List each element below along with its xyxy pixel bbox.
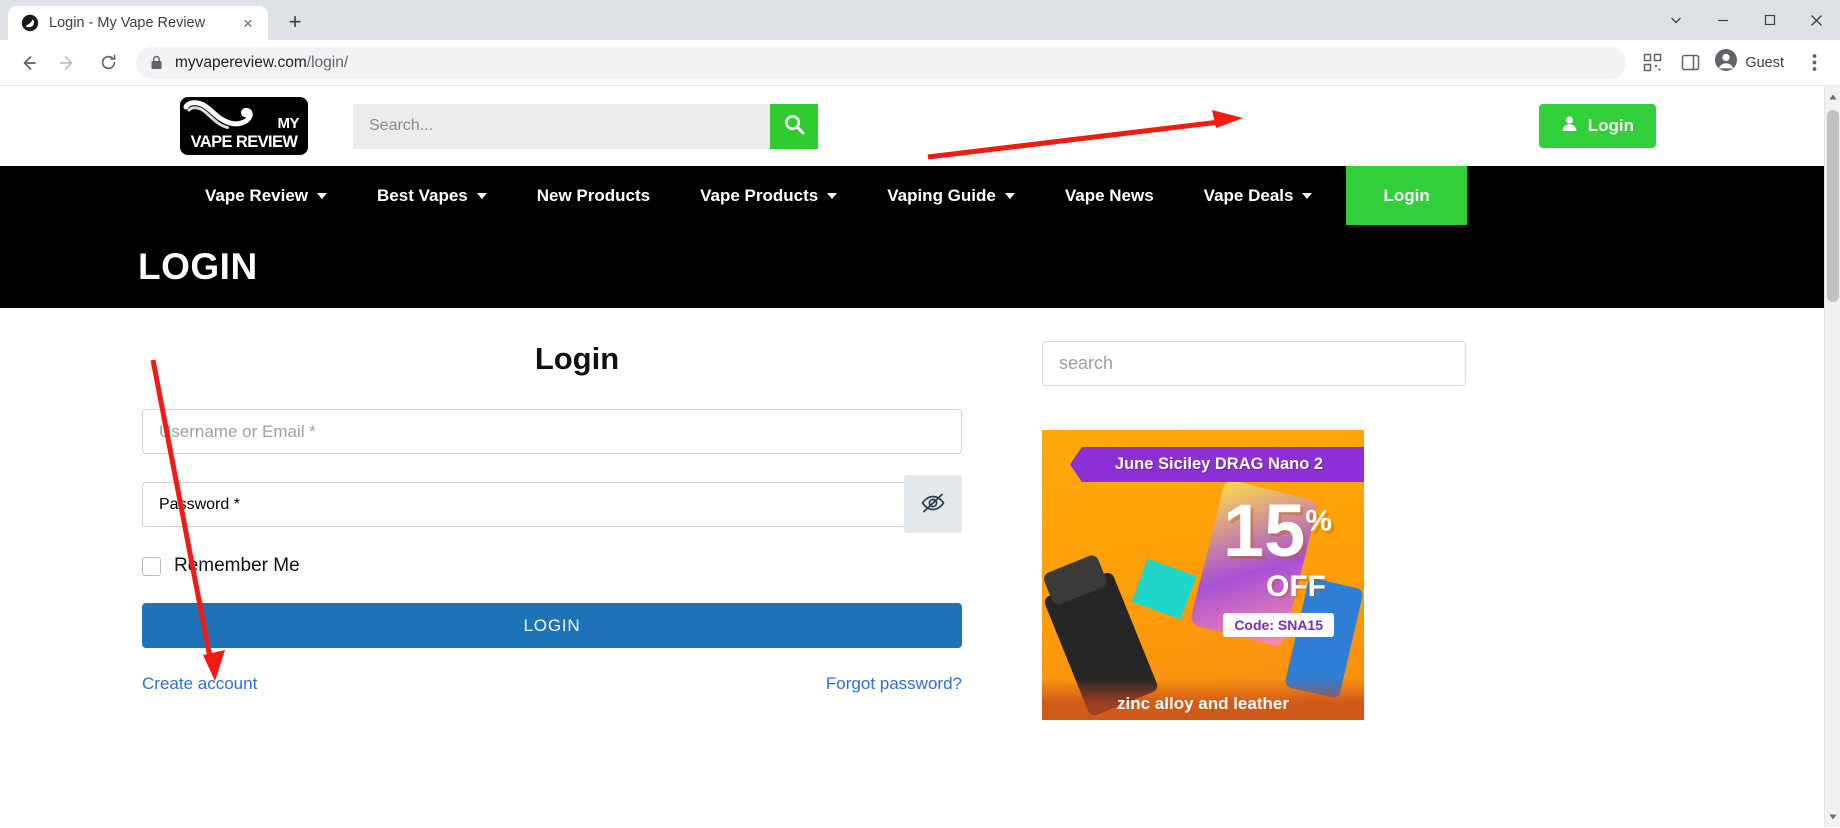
site-logo[interactable]: MY VAPE REVIEW xyxy=(180,97,308,155)
profile-name: Guest xyxy=(1745,54,1784,71)
user-icon xyxy=(1561,115,1578,137)
create-account-link[interactable]: Create account xyxy=(142,674,257,694)
nav-label: Vaping Guide xyxy=(887,185,996,205)
url-text: myvapereview.com/login/ xyxy=(175,54,348,72)
page-viewport: MY VAPE REVIEW Search... Login Vape Revi… xyxy=(0,86,1840,827)
sidebar-search-input[interactable]: search xyxy=(1042,341,1466,386)
ad-percent-number: 15 xyxy=(1223,489,1306,572)
nav-label: Vape News xyxy=(1064,185,1154,205)
header-login-button[interactable]: Login xyxy=(1538,104,1656,148)
main-navigation: Vape Review Best Vapes New Products Vape… xyxy=(0,166,1824,225)
login-submit-button[interactable]: LOGIN xyxy=(142,603,962,648)
lock-icon xyxy=(150,55,163,70)
tab-list-chevron-icon[interactable] xyxy=(1652,0,1699,40)
toolbar-right-actions: Guest xyxy=(1634,45,1832,81)
remember-me-label: Remember Me xyxy=(174,555,300,576)
website-page: MY VAPE REVIEW Search... Login Vape Revi… xyxy=(0,86,1824,720)
chevron-down-icon xyxy=(476,192,487,199)
ad-off-text: OFF xyxy=(1266,570,1326,603)
nav-item-vaping-guide[interactable]: Vaping Guide xyxy=(862,166,1040,225)
sidebar-search-placeholder: search xyxy=(1059,353,1114,373)
search-icon xyxy=(784,114,805,138)
reload-icon[interactable] xyxy=(88,43,128,83)
logo-name-text: VAPE REVIEW xyxy=(190,133,298,151)
ad-discount-percent: 15% xyxy=(1223,494,1332,568)
password-row: Password * xyxy=(142,475,1012,533)
side-panel-icon[interactable] xyxy=(1672,45,1708,81)
login-links: Create account Forgot password? xyxy=(142,674,962,694)
browser-toolbar: myvapereview.com/login/ Guest xyxy=(0,40,1840,86)
tab-close-icon[interactable]: × xyxy=(238,13,258,33)
nav-label: Vape Review xyxy=(205,185,309,205)
nav-label: New Products xyxy=(536,185,651,205)
forgot-password-link[interactable]: Forgot password? xyxy=(826,674,962,694)
nav-item-vape-deals[interactable]: Vape Deals xyxy=(1179,166,1338,225)
forward-arrow-icon xyxy=(48,43,88,83)
scroll-down-icon[interactable] xyxy=(1825,808,1840,825)
avatar-icon xyxy=(1714,48,1738,77)
page-title: LOGIN xyxy=(138,245,258,287)
ad-teal-shape xyxy=(1131,558,1197,620)
password-placeholder: Password * xyxy=(159,495,240,513)
nav-label: Vape Products xyxy=(700,185,819,205)
tab-strip: Login - My Vape Review × + xyxy=(0,0,1840,40)
password-visibility-toggle[interactable] xyxy=(904,475,962,533)
browser-tab[interactable]: Login - My Vape Review × xyxy=(8,6,268,40)
sidebar: search June Siciley DRAG Nano 2 15% OFF … xyxy=(1042,341,1466,720)
ad-ribbon-text: June Siciley DRAG Nano 2 xyxy=(1070,447,1364,482)
password-field[interactable]: Password * xyxy=(142,482,904,527)
scroll-up-icon[interactable] xyxy=(1825,88,1840,105)
eye-slash-icon xyxy=(920,490,946,519)
site-header: MY VAPE REVIEW Search... Login xyxy=(0,86,1824,166)
url-domain: myvapereview.com xyxy=(175,53,307,71)
ad-percent-symbol: % xyxy=(1305,504,1332,538)
nav-label: Vape Deals xyxy=(1203,185,1294,205)
nav-item-new-products[interactable]: New Products xyxy=(512,166,675,225)
chevron-down-icon xyxy=(1302,192,1313,199)
nav-item-vape-news[interactable]: Vape News xyxy=(1040,166,1179,225)
url-path: /login/ xyxy=(306,53,349,71)
username-field[interactable]: Username or Email * xyxy=(142,409,962,454)
tab-title: Login - My Vape Review xyxy=(49,15,206,31)
nav-item-vape-products[interactable]: Vape Products xyxy=(675,166,862,225)
nav-item-vape-review[interactable]: Vape Review xyxy=(180,166,352,225)
header-login-label: Login xyxy=(1587,116,1634,135)
profile-chip[interactable]: Guest xyxy=(1710,45,1794,80)
scrollbar-thumb[interactable] xyxy=(1827,110,1839,302)
page-title-band: LOGIN xyxy=(0,225,1824,308)
page-scrollbar[interactable] xyxy=(1824,86,1840,827)
chevron-down-icon xyxy=(1004,192,1015,199)
back-arrow-icon[interactable] xyxy=(8,43,48,83)
nav-label: Best Vapes xyxy=(377,185,468,205)
site-search-button[interactable] xyxy=(770,103,818,149)
username-placeholder: Username or Email * xyxy=(159,421,316,441)
qr-code-icon[interactable] xyxy=(1634,45,1670,81)
three-dot-menu-icon[interactable] xyxy=(1796,45,1832,81)
logo-my-text: MY xyxy=(277,115,300,132)
window-controls xyxy=(1652,0,1840,40)
sidebar-ad-banner[interactable]: June Siciley DRAG Nano 2 15% OFF Code: S… xyxy=(1042,430,1364,720)
maximize-icon[interactable] xyxy=(1746,0,1793,40)
minimize-icon[interactable] xyxy=(1699,0,1746,40)
nav-item-best-vapes[interactable]: Best Vapes xyxy=(352,166,512,225)
site-search xyxy=(353,103,818,149)
new-tab-button[interactable]: + xyxy=(280,7,310,37)
ad-promo-code: Code: SNA15 xyxy=(1223,613,1334,637)
address-bar[interactable]: myvapereview.com/login/ xyxy=(136,46,1627,79)
nav-item-login[interactable]: Login xyxy=(1346,166,1467,225)
browser-logo-icon xyxy=(21,14,39,32)
remember-me-row[interactable]: Remember Me xyxy=(142,555,1012,577)
browser-window: Login - My Vape Review × + myvapereview.… xyxy=(0,0,1840,828)
chevron-down-icon xyxy=(827,192,838,199)
window-close-icon[interactable] xyxy=(1793,0,1840,40)
ad-footer-text: zinc alloy and leather xyxy=(1117,694,1289,713)
login-heading: Login xyxy=(534,341,620,376)
page-content: Login Username or Email * Password * Rem… xyxy=(0,308,1824,720)
remember-me-checkbox[interactable] xyxy=(142,556,161,576)
nav-label: Login xyxy=(1383,185,1430,205)
chevron-down-icon xyxy=(317,192,328,199)
site-search-input[interactable] xyxy=(353,103,770,149)
login-form: Login Username or Email * Password * Rem… xyxy=(142,341,1012,720)
